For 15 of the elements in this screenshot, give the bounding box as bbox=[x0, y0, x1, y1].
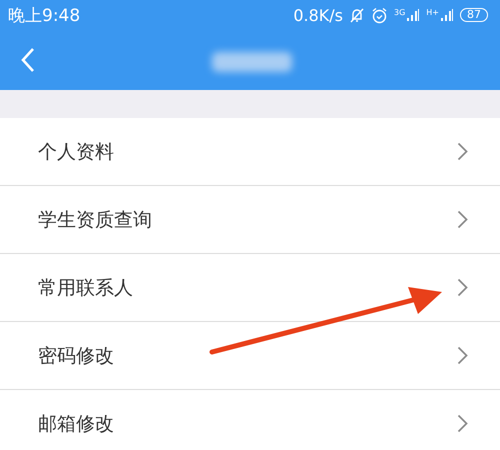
battery-level: 87 bbox=[460, 8, 488, 22]
network-type: H+ bbox=[426, 8, 439, 17]
chevron-right-icon bbox=[457, 278, 468, 297]
chevron-right-icon bbox=[457, 414, 468, 433]
chevron-right-icon bbox=[457, 210, 468, 229]
chevron-right-icon bbox=[457, 346, 468, 365]
network-speed: 0.8K/s bbox=[293, 6, 343, 24]
chevron-right-icon bbox=[457, 142, 468, 161]
signal-icon bbox=[440, 8, 454, 22]
network-type: 3G bbox=[394, 8, 406, 17]
back-button[interactable] bbox=[20, 47, 36, 73]
clock-time: 晚上9:48 bbox=[8, 4, 80, 26]
signal-icon bbox=[406, 8, 420, 22]
mute-bell-icon bbox=[348, 7, 365, 23]
alarm-clock-icon bbox=[370, 6, 388, 24]
